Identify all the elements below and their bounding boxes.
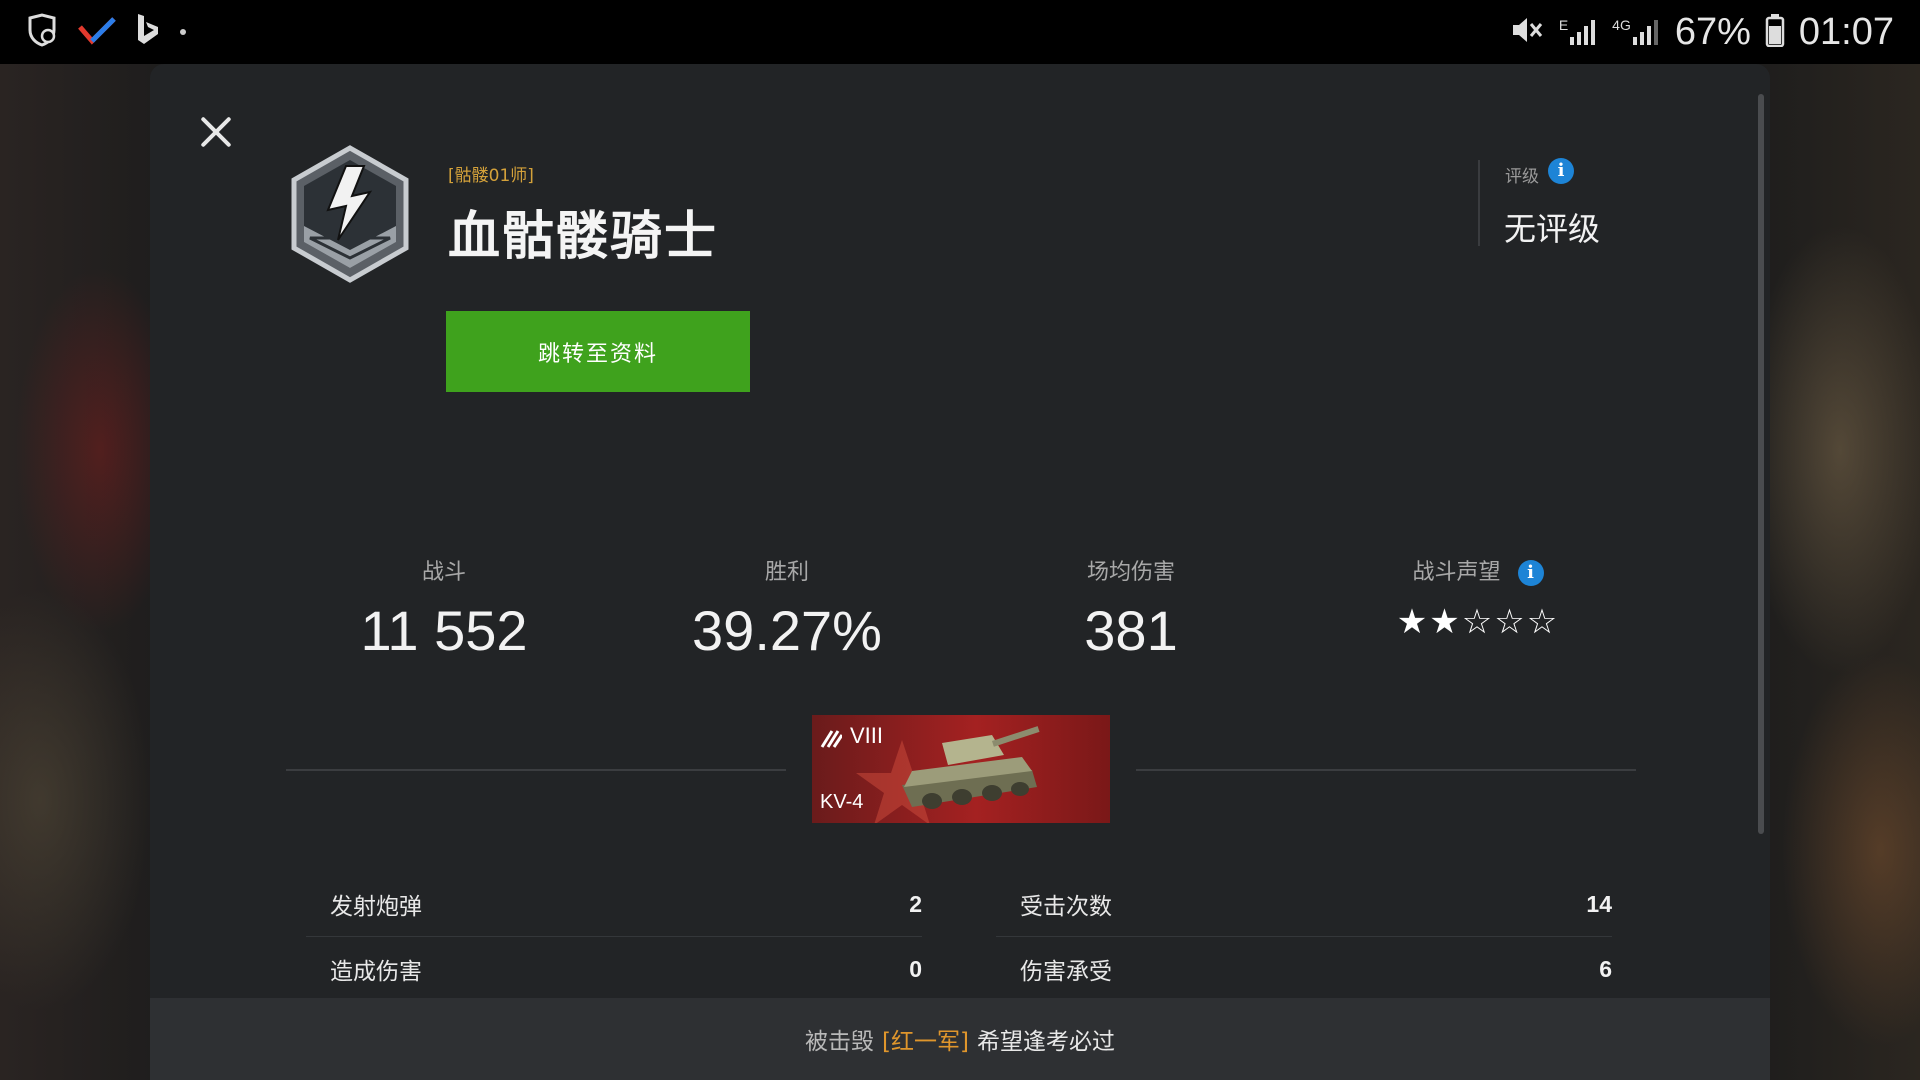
player-info-modal: [骷髅01师] 血骷髅骑士 跳转至资料 评级 i 无评级 战斗 11 552 胜… [150,64,1770,1080]
stat-battle-reputation: 战斗声望 i ★★☆☆☆ [1338,554,1618,642]
stat-value: 39.27% [692,599,882,662]
rank-emblem-icon [288,144,412,284]
bing-icon [134,12,162,52]
detail-label: 发射炮弹 [330,894,422,920]
go-to-profile-button[interactable]: 跳转至资料 [446,311,750,392]
reputation-label: 战斗声望 [1412,560,1501,585]
stat-victories: 胜利 39.27% [647,554,927,663]
close-icon[interactable] [196,112,236,152]
detail-label: 造成伤害 [330,959,422,985]
clock: 01:07 [1798,10,1894,53]
detail-label: 受击次数 [1020,894,1112,920]
separator-right [1136,769,1636,771]
stat-label: 战斗 [421,560,466,585]
detail-value: 6 [1599,955,1612,982]
rating-info-icon[interactable]: i [1548,158,1574,184]
stat-avg-damage: 场均伤害 381 [991,554,1271,663]
battery-percent: 67% [1674,10,1751,53]
signal-4g-icon: 4G [1612,17,1661,47]
clan-tag[interactable]: [骷髅01师] [448,161,534,186]
detail-row: 伤害承受 6 [996,937,1612,1002]
stat-value: 11 552 [360,599,528,662]
security-app-icon [24,12,60,52]
stat-label: 胜利 [764,560,809,585]
detail-row: 发射炮弹 2 [306,872,922,937]
rating-value: 无评级 [1504,210,1601,248]
mute-icon [1509,12,1545,52]
tank-class-icon [820,729,844,753]
notification-dot-icon [180,29,186,35]
stat-label: 场均伤害 [1086,560,1175,585]
reputation-stars: ★★☆☆☆ [1396,602,1560,642]
destroyed-by-footer: 被击毁 [红一军] 希望逢考必过 [150,998,1770,1080]
reputation-info-icon[interactable]: i [1517,560,1544,586]
killer-name[interactable]: 希望逢考必过 [977,1022,1115,1056]
battery-icon [1765,13,1785,51]
stat-battles: 战斗 11 552 [304,554,584,663]
player-name: 血骷髅骑士 [448,207,719,267]
detail-value: 0 [909,955,922,982]
separator-left [286,769,786,771]
detail-row: 受击次数 14 [996,872,1612,937]
destroyed-by-label: 被击毁 [805,1029,875,1055]
detail-value: 2 [909,890,922,917]
detail-label: 伤害承受 [1020,959,1112,985]
killer-clan-tag[interactable]: [红一军] [882,1022,969,1056]
check-app-icon [78,15,116,49]
rating-label: 评级 [1505,167,1539,187]
tank-image-icon [892,715,1042,823]
detail-row: 造成伤害 0 [306,937,922,1002]
status-bar: E 4G 67% 01:07 [0,0,1920,64]
detail-value: 14 [1586,890,1612,917]
tank-tier: VIII [850,723,884,748]
scrollbar[interactable] [1758,94,1764,834]
tank-name: KV-4 [820,791,864,813]
stat-label: 战斗声望 i [1338,554,1618,588]
rating-divider [1478,160,1480,246]
tank-card: VIII KV-4 [812,715,1110,823]
stat-value: 381 [1084,599,1178,662]
signal-e-icon: E [1559,17,1598,47]
